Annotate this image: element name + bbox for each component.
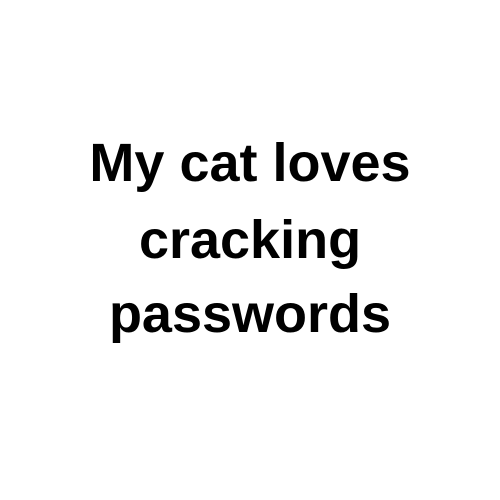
- caption-line-3: passwords: [108, 284, 392, 344]
- caption-line-1: My cat loves: [89, 133, 411, 193]
- caption-line-2: cracking: [138, 210, 362, 270]
